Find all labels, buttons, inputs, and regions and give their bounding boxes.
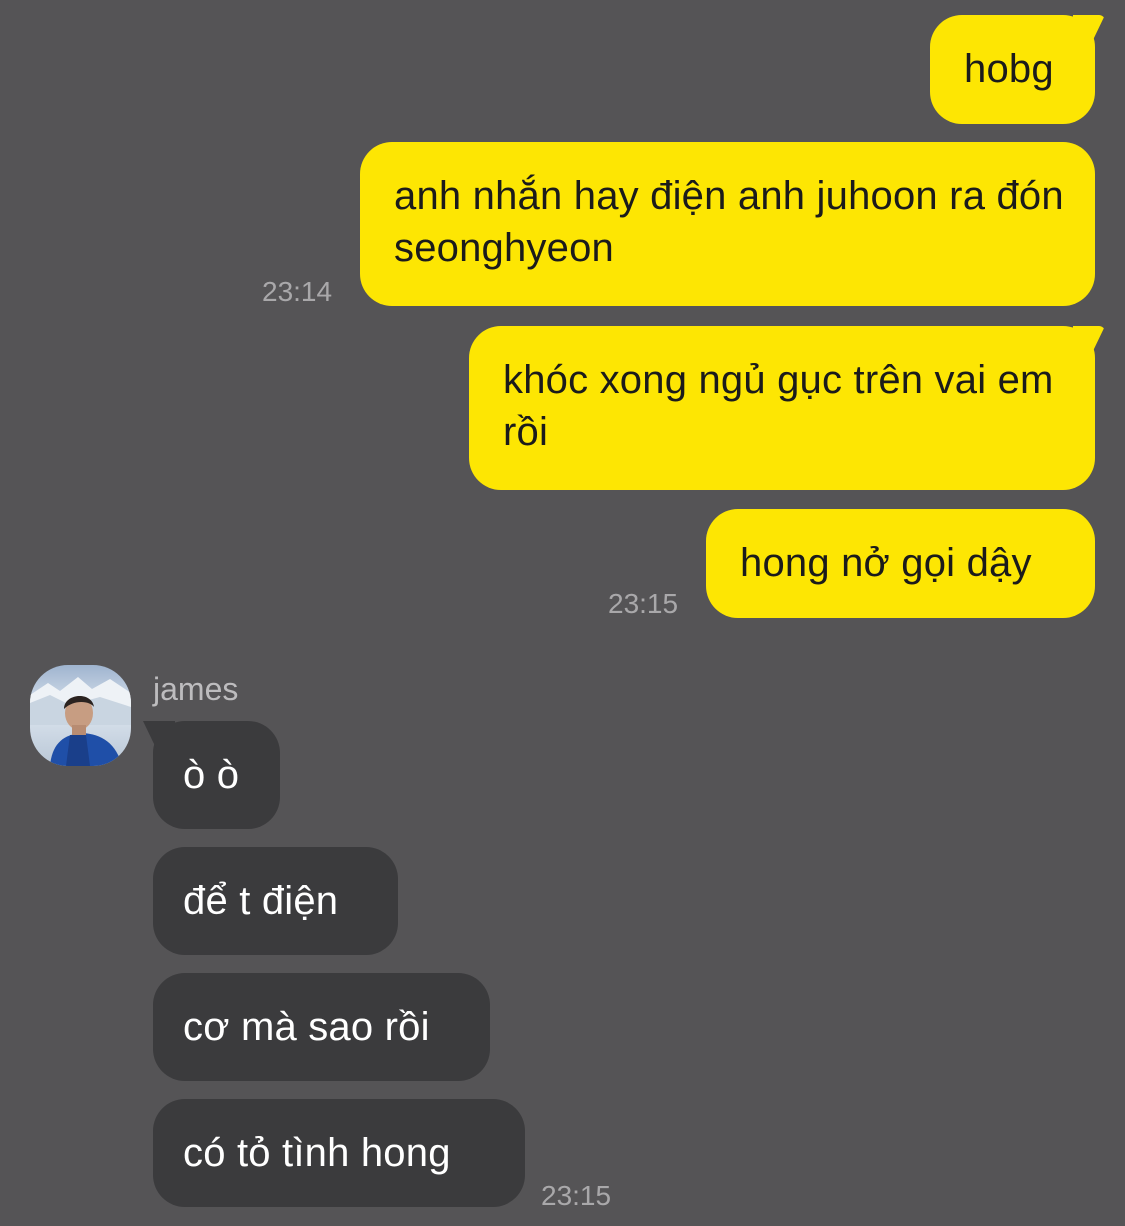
message-text: hobg	[964, 47, 1054, 91]
message-text: cơ mà sao rồi	[183, 1005, 430, 1049]
message-timestamp: 23:15	[541, 1180, 612, 1211]
sent-message-bubble[interactable]: hobg	[930, 15, 1095, 124]
sent-message-bubble[interactable]: hong nở gọi dậy	[706, 509, 1095, 618]
sent-message-bubble[interactable]: khóc xong ngủ gục trên vai em rồi	[469, 326, 1095, 490]
received-message-bubble[interactable]: để t điện	[153, 847, 398, 955]
profile-photo-icon	[30, 665, 131, 766]
message-text: anh nhắn hay điện anh juhoon ra đón seon…	[394, 174, 1064, 270]
message-text: ò ò	[183, 753, 240, 797]
message-text: hong nở gọi dậy	[740, 541, 1032, 585]
message-text: có tỏ tình hong	[183, 1131, 451, 1175]
contact-name: james	[153, 671, 239, 707]
received-message-bubble[interactable]: có tỏ tình hong	[153, 1099, 525, 1207]
message-timestamp: 23:15	[608, 588, 679, 619]
received-message-bubble[interactable]: cơ mà sao rồi	[153, 973, 490, 1081]
message-text: khóc xong ngủ gục trên vai em rồi	[503, 358, 1054, 454]
received-message-bubble[interactable]: ò ò	[153, 721, 280, 829]
message-text: để t điện	[183, 879, 339, 923]
contact-avatar[interactable]	[30, 665, 131, 766]
message-timestamp: 23:14	[262, 276, 333, 307]
sent-message-bubble[interactable]: anh nhắn hay điện anh juhoon ra đón seon…	[360, 142, 1095, 306]
